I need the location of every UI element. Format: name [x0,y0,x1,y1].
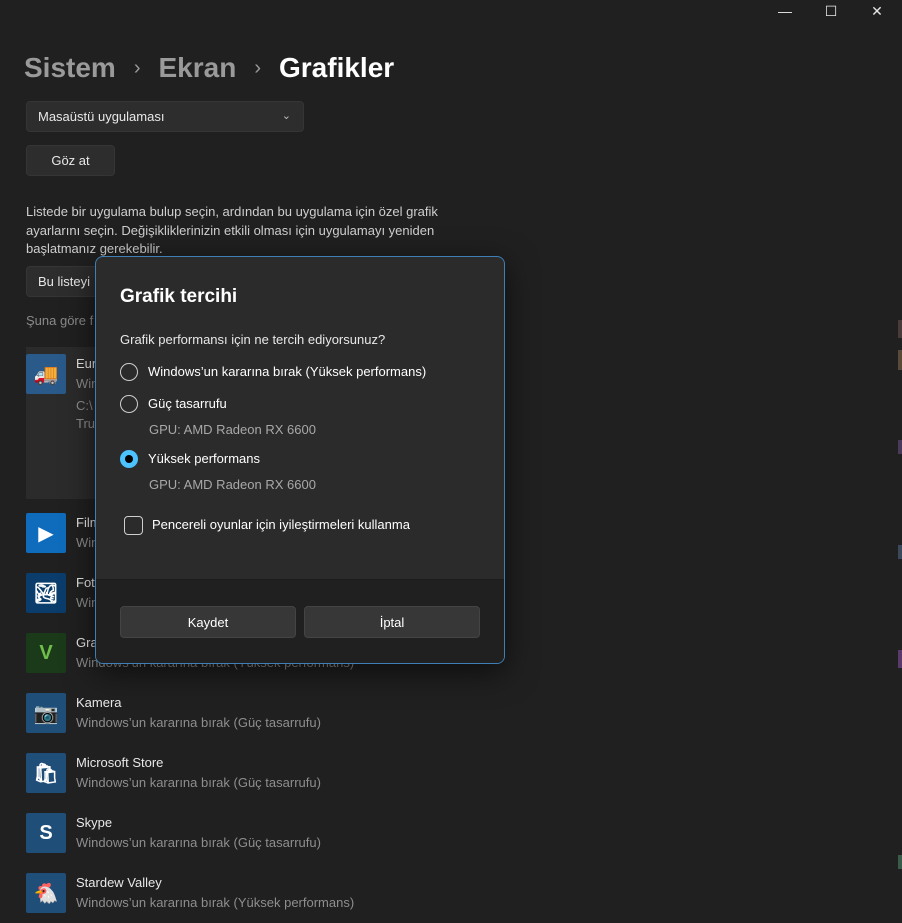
app-type-value: Masaüstü uygulaması [38,109,165,124]
app-preference: Windows’un kararına bırak (Güç tasarrufu… [76,775,321,790]
page-title: Grafikler [279,52,395,83]
edge-artifact [898,320,902,338]
dialog-title: Grafik tercihi [120,286,238,307]
cancel-button[interactable]: İptal [304,606,480,638]
save-button[interactable]: Kaydet [120,606,296,638]
maximize-icon: ☐ [824,2,838,19]
chevron-down-icon: ⌄ [281,110,291,122]
app-name: Stardew Valley [76,875,162,890]
save-button-label: Kaydet [187,614,229,630]
windowed-optimizations-checkbox[interactable] [124,516,143,535]
cancel-button-label: İptal [379,614,405,630]
app-preference: Windows’un kararına bırak (Yüksek perfor… [76,895,355,910]
radio-power-saving[interactable] [120,395,138,413]
graphics-preference-dialog: Grafik tercihi Grafik performansı için n… [95,256,505,664]
app-preference: Windows’un kararına bırak (Güç tasarrufu… [76,715,321,730]
maximize-button[interactable]: ☐ [808,0,854,22]
dialog-footer: Kaydet İptal [96,579,504,663]
windowed-optimizations-label[interactable]: Pencereli oyunlar için iyileştirmeleri k… [152,517,410,532]
description-text: Listede bir uygulama bulup seçin, ardınd… [26,204,438,256]
dialog-question: Grafik performansı için ne tercih ediyor… [120,332,386,347]
close-button[interactable]: ✕ [854,0,900,22]
app-preference: Windows’un kararına bırak (Güç tasarrufu… [76,835,321,850]
app-name: Eur [76,356,97,371]
minimize-icon: — [778,3,792,19]
app-name: Kamera [76,695,122,710]
option-high-performance-gpu: GPU: AMD Radeon RX 6600 [149,477,316,492]
app-name: Skype [76,815,113,830]
radio-high-performance[interactable] [120,450,138,468]
truck-icon: 🚚 [26,354,66,394]
option-windows-decide-label[interactable]: Windows’un kararına bırak (Yüksek perfor… [148,364,426,379]
breadcrumb-sistem[interactable]: Sistem [24,52,116,84]
photos-icon: 🏞 [26,573,66,613]
edge-artifact [898,650,902,668]
browse-button[interactable]: Göz at [26,145,115,176]
store-icon: 🛍 [26,753,66,793]
edge-artifact [898,350,902,370]
film-icon: ▶ [26,513,66,553]
camera-icon: 📷 [26,693,66,733]
edge-artifact [898,440,902,454]
option-high-performance-label[interactable]: Yüksek performans [148,451,260,466]
radio-windows-decide[interactable] [120,363,138,381]
skype-icon: S [26,813,66,853]
edge-artifact [898,855,902,869]
breadcrumb-separator: › [133,56,141,79]
minimize-button[interactable]: — [762,0,808,22]
edge-artifact [898,545,902,559]
breadcrumb-separator: › [254,56,261,79]
breadcrumb-ekran[interactable]: Ekran [159,52,237,84]
stardew-icon: 🐔 [26,873,66,913]
sort-label: Şuna göre f [26,313,94,328]
option-power-saving-gpu: GPU: AMD Radeon RX 6600 [149,422,316,437]
option-power-saving-label[interactable]: Güç tasarrufu [148,396,227,411]
app-detail: Tru [76,416,96,431]
gta-icon: V [26,633,66,673]
app-path: C:\ [76,398,93,413]
app-name: Fot [76,575,95,590]
close-icon: ✕ [871,2,883,19]
app-type-dropdown[interactable]: Masaüstü uygulaması ⌄ [26,101,304,132]
breadcrumb: Sistem › Ekran › Grafikler [24,52,394,84]
browse-button-label: Göz at [51,153,90,168]
search-input-text: Bu listeyi [38,274,91,289]
app-name: Microsoft Store [76,755,164,770]
